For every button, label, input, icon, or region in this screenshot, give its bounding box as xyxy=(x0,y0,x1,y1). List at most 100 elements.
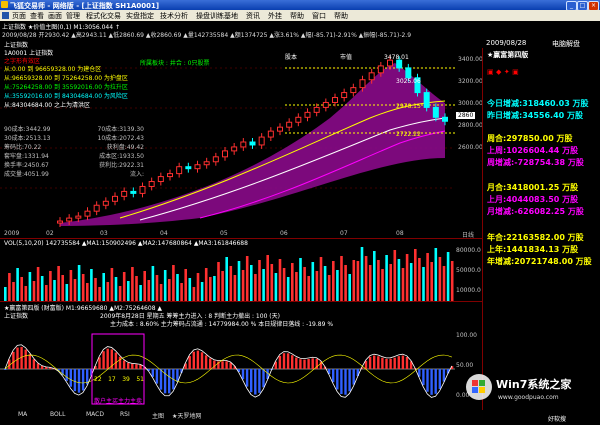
menu-item[interactable]: 帮助 xyxy=(334,11,348,21)
volume-bar xyxy=(4,287,7,301)
rp-year: 年合:22163582.00 万股 xyxy=(487,233,584,242)
indicator-bar xyxy=(225,361,228,369)
indicator-bar xyxy=(336,369,339,390)
watermark: Win7系统之家 www.goodpuao.com xyxy=(464,372,596,410)
tab-main[interactable]: 主图 xyxy=(152,411,164,420)
volume-bar xyxy=(61,275,64,301)
rp-yesterday: 昨日增减:34556.40 万股 xyxy=(487,111,583,120)
volume-bar xyxy=(209,277,212,301)
tab-macd[interactable]: MACD xyxy=(86,411,104,418)
indicator-bar xyxy=(405,356,409,369)
cost-cell: 90成本:3442.99 xyxy=(4,126,51,133)
indicator-bars xyxy=(4,346,454,395)
volume-bar xyxy=(86,283,89,301)
tab-rsi[interactable]: RSI xyxy=(120,411,130,418)
x-tick: 06 xyxy=(280,230,288,237)
indicator-bar xyxy=(291,355,294,369)
cost-cell: 获利比:2922.31 xyxy=(99,162,144,169)
x-tick: 05 xyxy=(220,230,228,237)
sector-label: 所属板块 : 井合 : 0只股票 xyxy=(140,60,210,67)
volume-bar xyxy=(16,268,19,301)
candle-body xyxy=(368,72,375,81)
menu-item[interactable]: 页面 xyxy=(12,11,26,21)
cost-cell: 套牢盘:1331.94 xyxy=(4,153,49,160)
menu-item[interactable]: 外挂 xyxy=(268,11,282,21)
volume-bar xyxy=(221,271,224,301)
rp-header: 2009/08/28 电脑解盘 xyxy=(482,38,600,48)
volume-bar xyxy=(286,277,290,301)
candle-body xyxy=(359,79,366,89)
indicator-bar xyxy=(188,356,191,369)
indicator-panel[interactable]: ★赢富第四版 (财富版) M1:96659680 ▲M2:75264608 ▲ … xyxy=(0,302,482,410)
volume-bar xyxy=(336,270,339,301)
volume-bar xyxy=(45,285,48,301)
volume-bar xyxy=(377,260,380,301)
menu-item[interactable]: 操盘训练基地 xyxy=(196,11,238,21)
indicator-bar xyxy=(213,360,216,369)
volume-bar xyxy=(340,256,343,301)
volume-bar xyxy=(127,281,130,301)
watermark-site2: 好软搜 xyxy=(548,416,567,423)
candle-body xyxy=(249,141,256,146)
rp-today: 今日增减:318460.03 万股 xyxy=(487,99,589,108)
menu-item[interactable]: 管理 xyxy=(66,11,80,21)
menu-item[interactable]: 资讯 xyxy=(246,11,260,21)
zone-row: 从:84304684.00 之上为清洪区 xyxy=(4,100,128,109)
indicator-bar xyxy=(364,360,368,369)
volume-bar xyxy=(192,287,196,301)
indicator-bar xyxy=(295,357,298,369)
indicator-bar xyxy=(139,364,142,369)
volume-bar xyxy=(401,268,405,301)
volume-bar xyxy=(8,273,11,301)
x-tick: 04 xyxy=(160,230,168,237)
candle-body xyxy=(387,59,393,67)
candle-body xyxy=(112,195,118,202)
volume-bar xyxy=(24,286,28,301)
indicator-bar xyxy=(385,358,388,369)
volume-bar xyxy=(135,276,138,301)
candle-body xyxy=(286,121,293,128)
volume-bar xyxy=(295,272,298,301)
volume-bar xyxy=(200,282,204,301)
volume-bar xyxy=(98,287,101,301)
tab-ma[interactable]: MA xyxy=(18,411,27,418)
menu-item[interactable]: 帮助 xyxy=(290,11,304,21)
tab-tianluo[interactable]: ★天罗地网 xyxy=(172,411,201,420)
volume-svg xyxy=(4,247,454,301)
volume-bar xyxy=(94,278,97,301)
indicator-bar xyxy=(196,350,200,369)
menu-item[interactable]: 窗口 xyxy=(312,11,326,21)
candle-body xyxy=(194,164,201,170)
indicator-bar xyxy=(401,355,405,369)
menu-item[interactable]: 画面 xyxy=(48,11,62,21)
zone-from: 从:84304684.00 xyxy=(4,102,53,109)
menu-item[interactable]: 技术分析 xyxy=(160,11,188,21)
cost-cell: 成交量:4051.99 xyxy=(4,171,49,178)
indicator-bar xyxy=(262,369,265,388)
candle-body xyxy=(66,217,73,222)
volume-panel[interactable]: VOL(5,10,20) 142735584 ▲MA1:150902496 ▲M… xyxy=(0,239,482,301)
volume-bar xyxy=(49,271,52,301)
indicator-tabs: MA BOLL MACD RSI 主图 ★天罗地网 好软搜 xyxy=(0,410,600,425)
indicator-bar xyxy=(377,356,380,369)
y-tick: 2600.00 xyxy=(458,144,483,151)
zone-desc: 之上为清洪区 xyxy=(54,102,91,109)
indicator-bar xyxy=(122,360,126,369)
indicator-left-label: 上证指数 xyxy=(4,313,29,320)
current-price-box: 2860 xyxy=(456,112,476,119)
indicator-bar xyxy=(286,353,290,369)
volume-bar xyxy=(360,247,364,301)
indicator-bar xyxy=(307,358,310,369)
menu-item[interactable]: 查看 xyxy=(30,11,44,21)
indicator-bar xyxy=(282,353,286,369)
candle-body xyxy=(222,150,228,158)
tab-boll[interactable]: BOLL xyxy=(50,411,65,418)
volume-bar xyxy=(57,266,60,301)
indicator-bar xyxy=(352,369,355,385)
volume-bar xyxy=(122,272,126,301)
menu-item[interactable]: 程式化交易 xyxy=(86,11,121,21)
menu-item[interactable]: 实盘指定 xyxy=(126,11,154,21)
price-chart-panel[interactable]: 上证指数 所属板块 : 井合 : 0只股票 股本 市值 1A0001 上证指数 … xyxy=(0,38,483,230)
y-tick: 3000.00 xyxy=(458,100,483,107)
indicator-bar xyxy=(229,362,232,369)
